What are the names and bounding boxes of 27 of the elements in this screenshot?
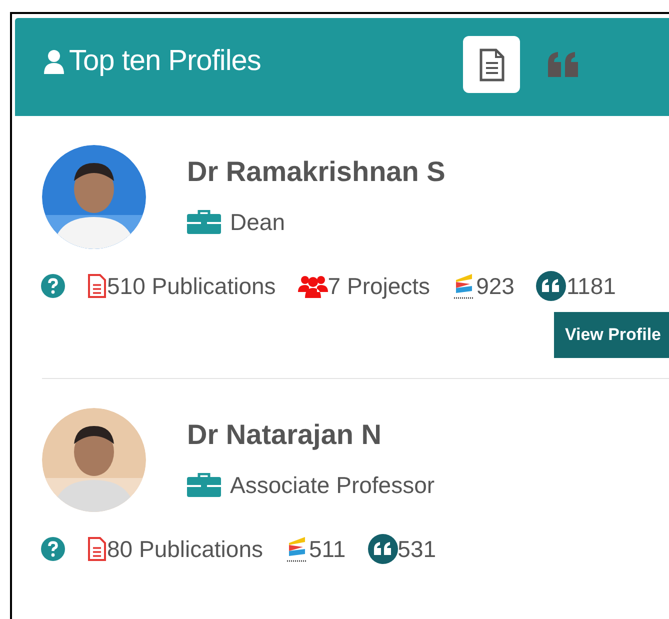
stat-text: 7 Projects: [328, 272, 430, 301]
profile-name: Dr Natarajan N: [187, 418, 383, 452]
stat-text: 1181: [566, 272, 616, 301]
stat-text: 510 Publications: [107, 272, 276, 301]
quote-icon: [546, 50, 580, 78]
quote-icon: [536, 271, 566, 302]
help-icon: [41, 274, 65, 298]
document-icon: [87, 536, 107, 562]
stat-text: 923: [476, 272, 514, 301]
profile-role: Dean: [230, 208, 285, 237]
document-icon: [478, 48, 504, 82]
briefcase-icon: [187, 210, 221, 234]
quote-icon: [368, 534, 398, 564]
stat-text: 511: [309, 534, 346, 564]
stat-text: 531: [398, 534, 436, 564]
stat-text: 80 Publications: [107, 534, 263, 564]
profile-role: Associate Professor: [230, 470, 435, 500]
view-profile-button[interactable]: View Profile: [554, 312, 669, 358]
help-icon: [41, 536, 65, 561]
document-icon: [87, 273, 107, 300]
briefcase-icon: [187, 472, 221, 497]
user-icon: [43, 48, 65, 75]
stripes-icon: [285, 534, 309, 563]
profile-name: Dr Ramakrishnan S: [187, 155, 446, 189]
tab[interactable]: [463, 36, 520, 93]
group-icon: [298, 274, 328, 298]
panel-title: Top ten Profiles: [69, 44, 261, 79]
